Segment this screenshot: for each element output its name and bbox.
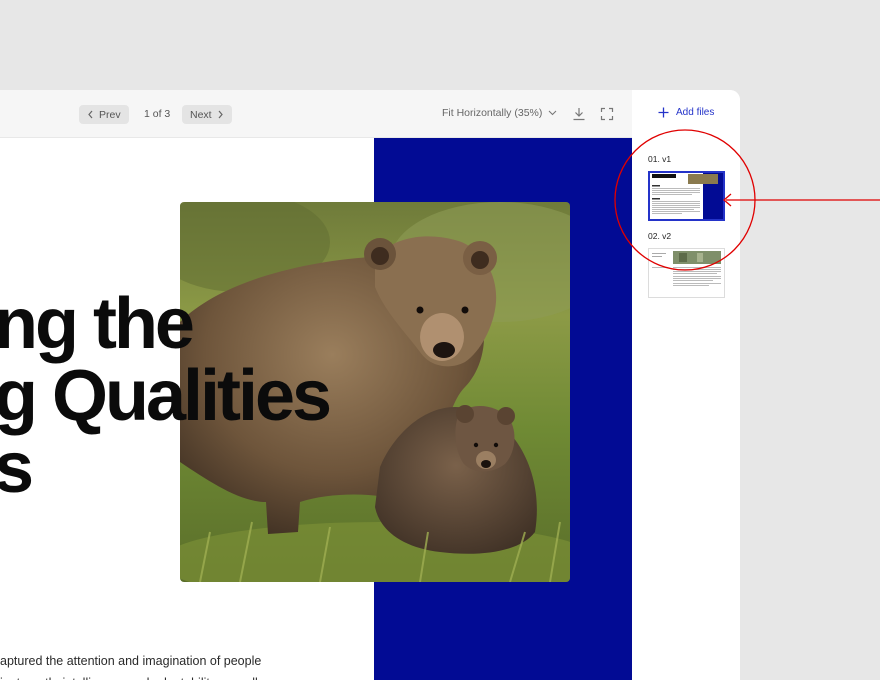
- prev-page-label: Prev: [99, 108, 121, 121]
- file-label-v2: 02. v2: [648, 231, 672, 241]
- add-files-button[interactable]: Add files: [658, 107, 714, 118]
- fullscreen-icon[interactable]: [600, 107, 614, 121]
- file-thumbnail-v2[interactable]: [648, 248, 725, 298]
- document-headline: ng the g Qualities s: [0, 284, 332, 508]
- next-page-button[interactable]: Next: [182, 105, 232, 124]
- file-thumbnail-v1[interactable]: [648, 171, 725, 221]
- add-files-label: Add files: [676, 107, 715, 118]
- document-body-text: aptured the attention and imagination of…: [0, 650, 374, 680]
- zoom-select-value: Fit Horizontally (35%): [442, 107, 543, 119]
- files-sidebar: Add files 01. v1 02. v2: [632, 90, 740, 680]
- headline-line: s: [0, 428, 34, 508]
- document-canvas: ng the g Qualities s aptured the attention…: [0, 138, 632, 680]
- chevron-right-icon: [218, 110, 223, 119]
- headline-line: g Qualities: [0, 356, 332, 436]
- body-line: aptured the attention and imagination of…: [0, 654, 262, 668]
- prev-page-button[interactable]: Prev: [79, 105, 129, 124]
- headline-line: ng the: [0, 284, 195, 364]
- thumbnail-preview: [650, 173, 723, 219]
- zoom-select[interactable]: Fit Horizontally (35%): [442, 107, 557, 119]
- chevron-left-icon: [88, 110, 93, 119]
- chevron-down-icon: [548, 110, 557, 116]
- file-label-v1: 01. v1: [648, 154, 672, 164]
- document-viewer-window: Prev 1 of 3 Next Fit Horizontally (35%): [0, 90, 740, 680]
- page-indicator: 1 of 3: [144, 108, 171, 120]
- body-line: ir strength, intelligence and adaptabili…: [0, 672, 374, 680]
- thumbnail-preview: [649, 249, 724, 297]
- next-page-label: Next: [190, 108, 212, 121]
- plus-icon: [658, 107, 669, 118]
- viewer-toolbar: Prev 1 of 3 Next Fit Horizontally (35%): [0, 90, 632, 138]
- download-icon[interactable]: [572, 107, 586, 121]
